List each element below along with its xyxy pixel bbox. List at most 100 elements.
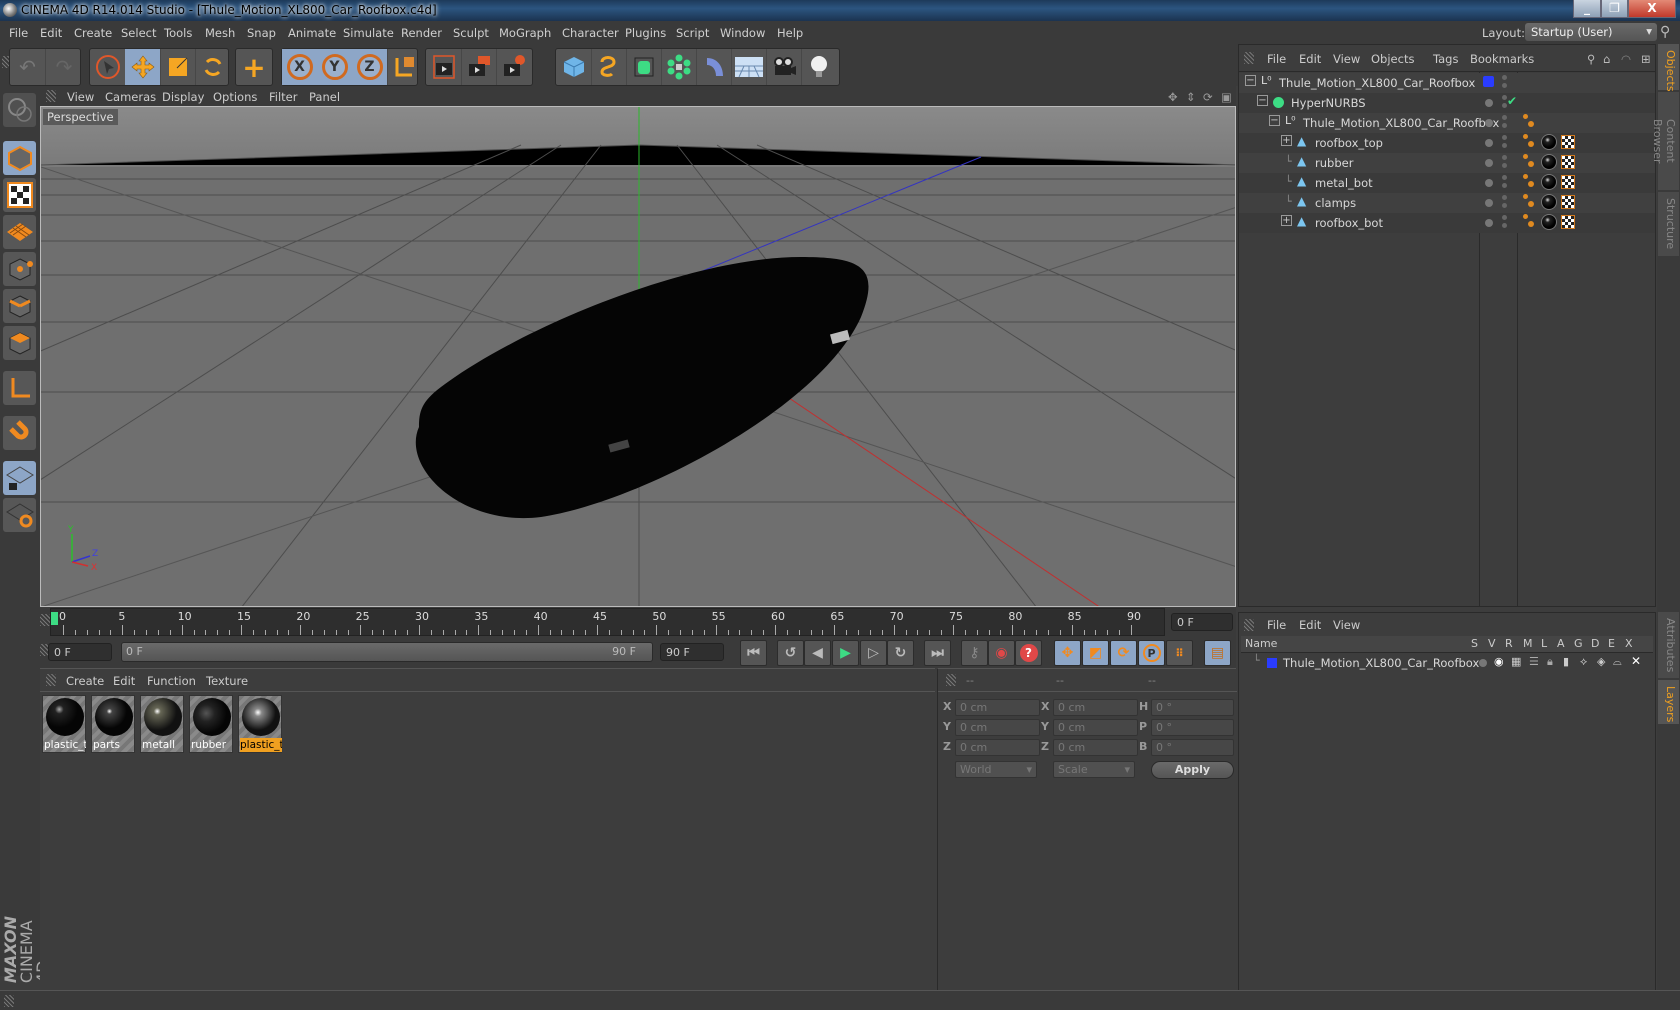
render-visibility-toggle[interactable] — [1502, 203, 1507, 208]
column-header-l[interactable]: L — [1541, 637, 1547, 650]
grip-handle[interactable] — [46, 90, 56, 102]
size-z-field[interactable]: 0 cm — [1053, 739, 1138, 756]
spline-button[interactable] — [591, 49, 627, 85]
deformer-icon[interactable]: ◈ — [1597, 655, 1605, 668]
redo-button[interactable]: ↷ — [46, 49, 82, 85]
collapse-icon[interactable]: − — [1245, 75, 1256, 86]
solo-toggle[interactable] — [1479, 659, 1487, 667]
column-header-name[interactable]: Name — [1245, 637, 1277, 650]
render-visibility-toggle[interactable] — [1502, 123, 1507, 128]
object-menu-bookmarks[interactable]: Bookmarks — [1470, 52, 1534, 66]
layer-menu-edit[interactable]: Edit — [1299, 618, 1321, 632]
editor-visibility-dot[interactable] — [1485, 99, 1493, 107]
camera-button[interactable] — [766, 49, 802, 85]
coordinate-space-dropdown[interactable]: World ▾ — [955, 761, 1037, 778]
editor-visibility-dot[interactable] — [1485, 199, 1493, 207]
end-frame-field[interactable]: 90 F — [660, 643, 724, 661]
expand-icon[interactable]: + — [1281, 215, 1292, 226]
texture-tag-icon[interactable] — [1561, 155, 1575, 169]
next-frame-button[interactable]: ▷ — [860, 640, 887, 666]
object-menu-objects[interactable]: Objects — [1371, 52, 1414, 66]
material-menu-texture[interactable]: Texture — [206, 674, 248, 688]
viewport-menu-options[interactable]: Options — [213, 90, 257, 104]
menu-character[interactable]: Character — [562, 26, 619, 40]
material-swatch[interactable]: metall — [140, 695, 184, 753]
material-tag-icon[interactable] — [1541, 134, 1557, 150]
nurbs-button[interactable] — [626, 49, 662, 85]
previous-key-button[interactable]: ↺ — [777, 640, 804, 666]
edges-mode-button[interactable] — [3, 289, 36, 323]
rot-h-field[interactable]: 0 ° — [1151, 699, 1234, 716]
rotate-view-icon[interactable]: ⟳ — [1203, 90, 1213, 104]
minimize-button[interactable]: _ — [1573, 0, 1601, 18]
menu-tools[interactable]: Tools — [164, 26, 192, 40]
visible-eye-icon[interactable]: ◉ — [1494, 655, 1504, 668]
material-swatch[interactable]: rubber — [189, 695, 233, 753]
expression-icon[interactable]: ⌓ — [1613, 655, 1622, 669]
material-swatch[interactable]: plastic_t — [42, 695, 86, 753]
object-row[interactable]: + ▲ roofbox_top — [1239, 133, 1655, 153]
texture-tag-icon[interactable] — [1561, 175, 1575, 189]
menu-create[interactable]: Create — [74, 26, 112, 40]
render-settings-button[interactable] — [496, 49, 532, 85]
material-menu-function[interactable]: Function — [147, 674, 196, 688]
object-menu-tags[interactable]: Tags — [1433, 52, 1458, 66]
go-to-end-button[interactable]: ⏭ — [924, 640, 951, 666]
previous-frame-button[interactable]: ◀ — [804, 640, 831, 666]
lock-y-button[interactable]: Y — [317, 49, 353, 85]
layer-color-swatch[interactable] — [1483, 76, 1494, 87]
animation-icon[interactable]: ▮ — [1563, 655, 1569, 668]
apply-button[interactable]: Apply — [1151, 761, 1234, 779]
render-view-button[interactable] — [426, 49, 462, 85]
object-name[interactable]: rubber — [1315, 156, 1353, 170]
menu-plugins[interactable]: Plugins — [625, 26, 666, 40]
model-mode-button[interactable] — [3, 141, 36, 175]
locked-workplane-button[interactable] — [3, 461, 36, 495]
grip-handle[interactable] — [946, 674, 956, 686]
material-tag-icon[interactable] — [1541, 194, 1557, 210]
viewport-menu-view[interactable]: View — [67, 90, 94, 104]
make-editable-button[interactable] — [3, 93, 36, 127]
object-row[interactable]: └ ▲ rubber — [1239, 153, 1655, 173]
render-visibility-toggle[interactable] — [1502, 143, 1507, 148]
generator-icon[interactable]: ⟡ — [1580, 655, 1587, 669]
viewport-menu-panel[interactable]: Panel — [309, 90, 340, 104]
column-header-a[interactable]: A — [1557, 637, 1565, 650]
render-visibility-toggle[interactable] — [1502, 223, 1507, 228]
menu-sculpt[interactable]: Sculpt — [453, 26, 489, 40]
texture-tag-icon[interactable] — [1561, 195, 1575, 209]
eye-icon[interactable]: ◠ — [1621, 52, 1631, 66]
column-header-g[interactable]: G — [1574, 637, 1583, 650]
object-name[interactable]: HyperNURBS — [1291, 96, 1366, 110]
size-y-field[interactable]: 0 cm — [1053, 719, 1138, 736]
search-icon[interactable]: ⚲ — [1660, 24, 1670, 40]
menu-mesh[interactable]: Mesh — [205, 26, 235, 40]
editor-visibility-toggle[interactable] — [1502, 75, 1507, 80]
menu-simulate[interactable]: Simulate — [343, 26, 394, 40]
points-mode-button[interactable] — [3, 252, 36, 286]
floor-button[interactable] — [731, 49, 767, 85]
column-header-d[interactable]: D — [1591, 637, 1599, 650]
object-menu-file[interactable]: File — [1267, 52, 1286, 66]
key-scale-button[interactable]: ◩ — [1082, 640, 1109, 666]
key-parameter-button[interactable]: P — [1138, 640, 1165, 666]
timeline-window-button[interactable]: ▤ — [1204, 640, 1231, 666]
texture-mode-button[interactable] — [3, 178, 36, 212]
key-pla-button[interactable]: ⠿ — [1166, 640, 1193, 666]
manager-icon[interactable]: ☰ — [1529, 655, 1539, 668]
play-button[interactable]: ▶ — [832, 640, 859, 666]
pan-view-icon[interactable]: ✥ — [1168, 90, 1178, 104]
move-button[interactable] — [125, 49, 161, 85]
home-icon[interactable]: ⌂ — [1603, 52, 1610, 66]
column-header-e[interactable]: E — [1608, 637, 1615, 650]
editor-visibility-toggle[interactable] — [1502, 195, 1507, 200]
material-tag-icon[interactable] — [1541, 174, 1557, 190]
object-row[interactable]: − HyperNURBS ✔ — [1239, 93, 1655, 113]
menu-edit[interactable]: Edit — [40, 26, 62, 40]
object-name[interactable]: Thule_Motion_XL800_Car_Roofbox — [1303, 116, 1499, 130]
rot-b-field[interactable]: 0 ° — [1151, 739, 1234, 756]
rot-p-field[interactable]: 0 ° — [1151, 719, 1234, 736]
grip-handle[interactable] — [4, 995, 14, 1007]
zoom-view-icon[interactable]: ⇕ — [1186, 90, 1196, 104]
pos-x-field[interactable]: 0 cm — [955, 699, 1040, 716]
